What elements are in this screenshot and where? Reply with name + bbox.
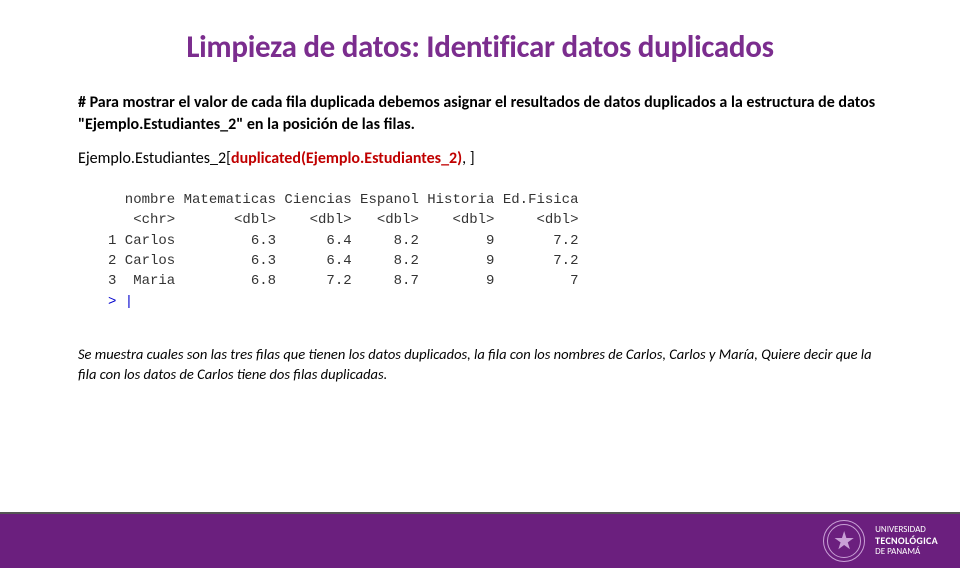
gear-icon xyxy=(834,531,854,551)
code-example: Ejemplo.Estudiantes_2[duplicated(Ejemplo… xyxy=(78,149,882,168)
code-prefix: Ejemplo.Estudiantes_2[ xyxy=(78,149,231,168)
console-types-row: <chr> <dbl> <dbl> <dbl> <dbl> <dbl> xyxy=(108,212,578,228)
console-data-row: 3 Maria 6.8 7.2 8.7 9 7 xyxy=(108,273,578,289)
console-output: nombre Matematicas Ciencias Espanol Hist… xyxy=(88,180,778,322)
content-area: # Para mostrar el valor de cada fila dup… xyxy=(0,92,960,385)
explanation-paragraph: Se muestra cuales son las tres filas que… xyxy=(78,344,882,385)
code-suffix: , ] xyxy=(462,149,475,168)
uni-line2: TECNOLÓGICA xyxy=(875,535,938,547)
logo-text: UNIVERSIDAD TECNOLÓGICA DE PANAMÁ xyxy=(875,525,938,557)
code-highlight: duplicated(Ejemplo.Estudiantes_2) xyxy=(231,149,462,168)
console-data-row: 2 Carlos 6.3 6.4 8.2 9 7.2 xyxy=(108,253,578,269)
slide-title: Limpieza de datos: Identificar datos dup… xyxy=(0,28,960,66)
uni-line3: DE PANAMÁ xyxy=(875,547,938,557)
console-header-row: nombre Matematicas Ciencias Espanol Hist… xyxy=(108,192,578,208)
logo-icon xyxy=(823,520,865,562)
footer-bar: UNIVERSIDAD TECNOLÓGICA DE PANAMÁ xyxy=(0,512,960,568)
intro-paragraph: # Para mostrar el valor de cada fila dup… xyxy=(78,92,882,135)
university-logo: UNIVERSIDAD TECNOLÓGICA DE PANAMÁ xyxy=(823,520,938,562)
console-prompt: > | xyxy=(108,294,133,310)
console-data-row: 1 Carlos 6.3 6.4 8.2 9 7.2 xyxy=(108,233,578,249)
footer-divider xyxy=(0,512,960,514)
